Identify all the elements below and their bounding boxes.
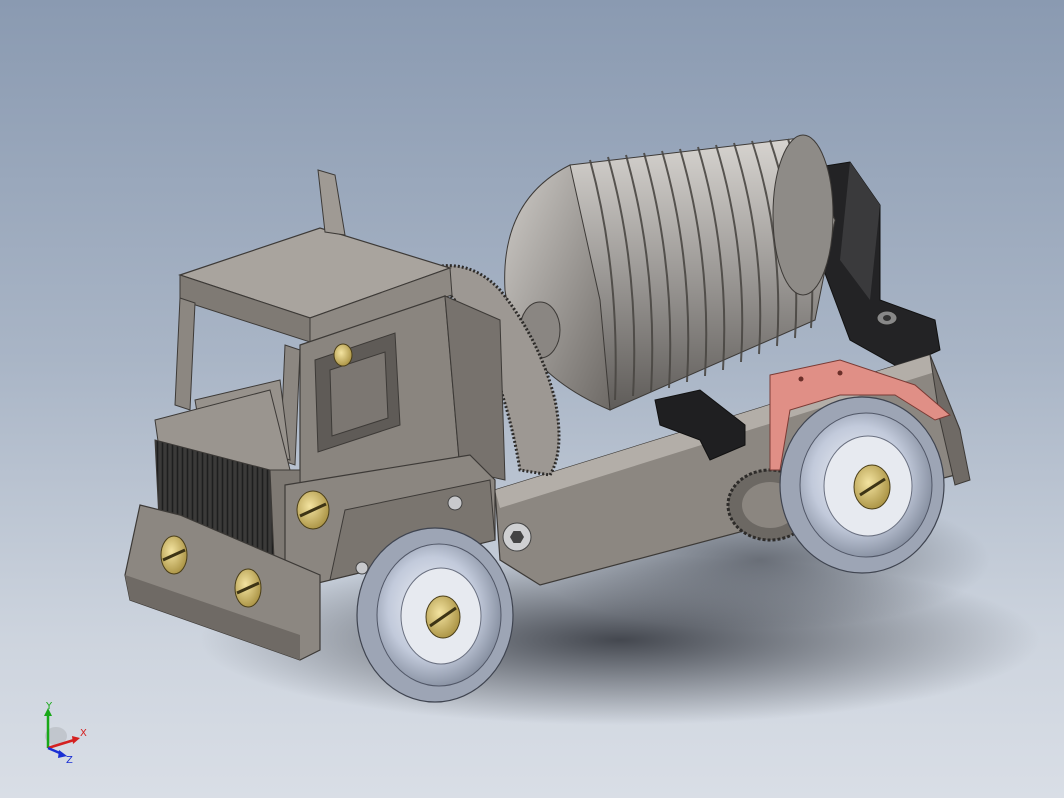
coordinate-triad: Y X Z — [44, 701, 87, 764]
z-axis-label: Z — [66, 755, 73, 764]
brass-screw-bumper-left[interactable] — [160, 535, 188, 575]
rear-wheel[interactable] — [779, 396, 945, 574]
front-wheel[interactable] — [356, 527, 514, 703]
hex-screw[interactable] — [502, 522, 532, 552]
small-screw-lower[interactable] — [355, 561, 369, 575]
brass-screw-bumper-right[interactable] — [234, 568, 262, 608]
graphics-viewport[interactable]: Y X Z — [0, 0, 1064, 798]
x-axis-label: X — [80, 728, 87, 739]
mixer-drum[interactable] — [504, 134, 836, 411]
brass-screw-headlight[interactable] — [296, 490, 330, 530]
brass-screw-cab-rear[interactable] — [333, 343, 353, 367]
truck-model-3d[interactable] — [0, 0, 1064, 798]
y-axis-label: Y — [45, 701, 53, 712]
small-screw-front[interactable] — [447, 495, 463, 511]
